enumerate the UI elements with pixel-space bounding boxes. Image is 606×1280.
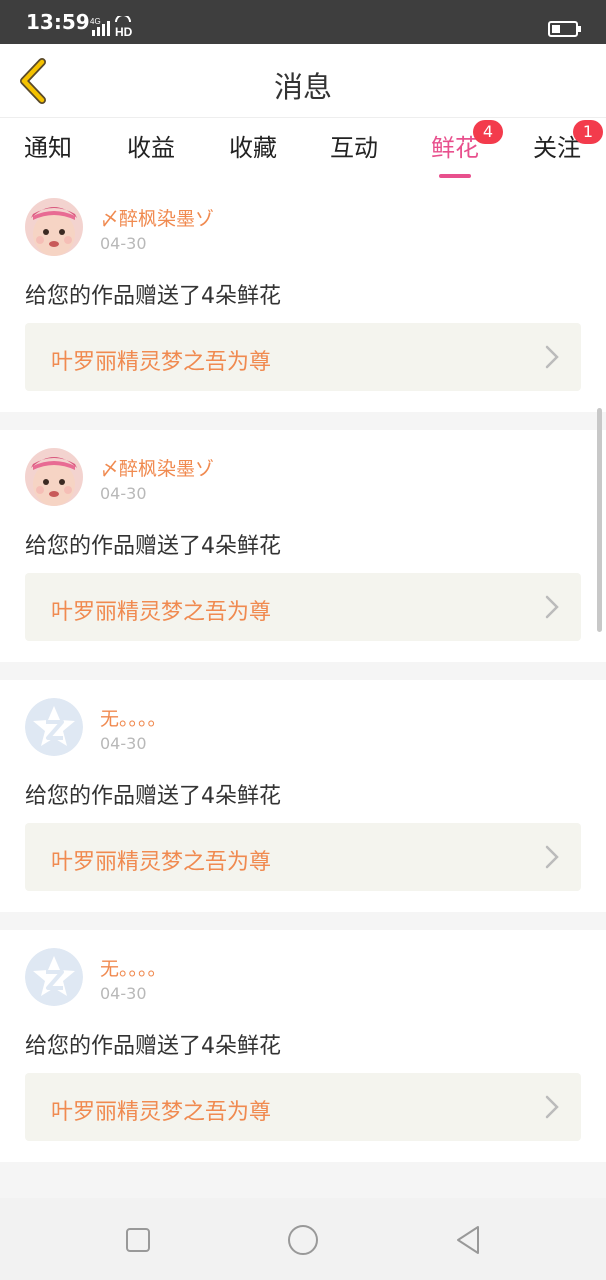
default-avatar-icon — [25, 698, 83, 756]
work-link[interactable]: 叶罗丽精灵梦之吾为尊 — [25, 573, 581, 641]
chevron-right-icon — [545, 1095, 559, 1119]
avatar[interactable] — [25, 698, 83, 756]
back-nav-button[interactable] — [448, 1220, 488, 1260]
chevron-right-icon — [545, 345, 559, 369]
system-nav-bar — [0, 1198, 606, 1280]
message-text: 给您的作品赠送了4朵鲜花 — [25, 534, 281, 559]
work-title: 叶罗丽精灵梦之吾为尊 — [51, 600, 272, 625]
message-text: 给您的作品赠送了4朵鲜花 — [25, 284, 281, 309]
date: 04-30 — [100, 734, 147, 753]
tab-notifications[interactable]: 通知 — [8, 128, 88, 178]
tab-bar: 通知 收益 收藏 互动 鲜花 4 关注 1 — [0, 118, 606, 180]
signal-icon: 4G HD — [90, 14, 136, 42]
work-title: 叶罗丽精灵梦之吾为尊 — [51, 350, 272, 375]
message-text: 给您的作品赠送了4朵鲜花 — [25, 784, 281, 809]
network-label: 4G — [90, 17, 101, 26]
battery-level — [552, 25, 560, 33]
circle-icon — [288, 1225, 318, 1255]
tab-earnings[interactable]: 收益 — [111, 128, 191, 178]
page-title: 消息 — [273, 70, 332, 104]
tab-label: 鲜花 — [431, 134, 479, 162]
work-title: 叶罗丽精灵梦之吾为尊 — [51, 850, 272, 875]
list-item[interactable]: 〆醉枫染墨ゾ 04-30 给您的作品赠送了4朵鲜花 叶罗丽精灵梦之吾为尊 — [0, 430, 606, 662]
tab-label: 收藏 — [229, 134, 277, 162]
work-link[interactable]: 叶罗丽精灵梦之吾为尊 — [25, 1073, 581, 1141]
active-tab-indicator — [439, 174, 471, 178]
username[interactable]: 无。。。。 — [100, 704, 167, 731]
message-text: 给您的作品赠送了4朵鲜花 — [25, 1034, 281, 1059]
tab-favorites[interactable]: 收藏 — [213, 128, 293, 178]
date: 04-30 — [100, 234, 147, 253]
avatar[interactable] — [25, 448, 83, 506]
tab-interactions[interactable]: 互动 — [314, 128, 394, 178]
app-screen: 13:59 4G HD 消息 通知 收益 收藏 互动 鲜花 4 关注 1 〆醉枫… — [0, 0, 606, 1280]
username[interactable]: 〆醉枫染墨ゾ — [100, 454, 214, 481]
default-avatar-icon — [25, 948, 83, 1006]
home-button[interactable] — [283, 1220, 323, 1260]
tab-label: 互动 — [330, 134, 378, 162]
username[interactable]: 〆醉枫染墨ゾ — [100, 204, 214, 231]
avatar[interactable] — [25, 198, 83, 256]
battery-icon — [548, 21, 581, 37]
triangle-back-icon — [457, 1226, 479, 1254]
status-bar: 13:59 4G HD — [0, 0, 606, 44]
square-icon — [126, 1228, 150, 1252]
tab-badge: 4 — [473, 120, 503, 144]
tab-label: 通知 — [24, 134, 72, 162]
avatar[interactable] — [25, 948, 83, 1006]
username[interactable]: 无。。。。 — [100, 954, 167, 981]
list-item[interactable]: 无。。。。 04-30 给您的作品赠送了4朵鲜花 叶罗丽精灵梦之吾为尊 — [0, 930, 606, 1162]
status-time: 13:59 — [26, 10, 90, 34]
tab-badge: 1 — [573, 120, 603, 144]
work-link[interactable]: 叶罗丽精灵梦之吾为尊 — [25, 823, 581, 891]
tab-follows[interactable]: 关注 1 — [517, 120, 603, 178]
chevron-right-icon — [545, 845, 559, 869]
recent-apps-button[interactable] — [118, 1220, 158, 1260]
chevron-right-icon — [545, 595, 559, 619]
baby-avatar-icon — [25, 448, 83, 506]
date: 04-30 — [100, 484, 147, 503]
message-list[interactable]: 〆醉枫染墨ゾ 04-30 给您的作品赠送了4朵鲜花 叶罗丽精灵梦之吾为尊 〆醉枫… — [0, 180, 606, 1198]
work-title: 叶罗丽精灵梦之吾为尊 — [51, 1100, 272, 1125]
tab-label: 收益 — [127, 134, 175, 162]
scrollbar[interactable] — [597, 408, 602, 632]
header: 消息 — [0, 44, 606, 118]
hd-label: HD — [115, 25, 133, 38]
work-link[interactable]: 叶罗丽精灵梦之吾为尊 — [25, 323, 581, 391]
list-item[interactable]: 〆醉枫染墨ゾ 04-30 给您的作品赠送了4朵鲜花 叶罗丽精灵梦之吾为尊 — [0, 180, 606, 412]
list-item[interactable]: 无。。。。 04-30 给您的作品赠送了4朵鲜花 叶罗丽精灵梦之吾为尊 — [0, 680, 606, 912]
date: 04-30 — [100, 984, 147, 1003]
baby-avatar-icon — [25, 198, 83, 256]
tab-flowers[interactable]: 鲜花 4 — [415, 120, 503, 178]
